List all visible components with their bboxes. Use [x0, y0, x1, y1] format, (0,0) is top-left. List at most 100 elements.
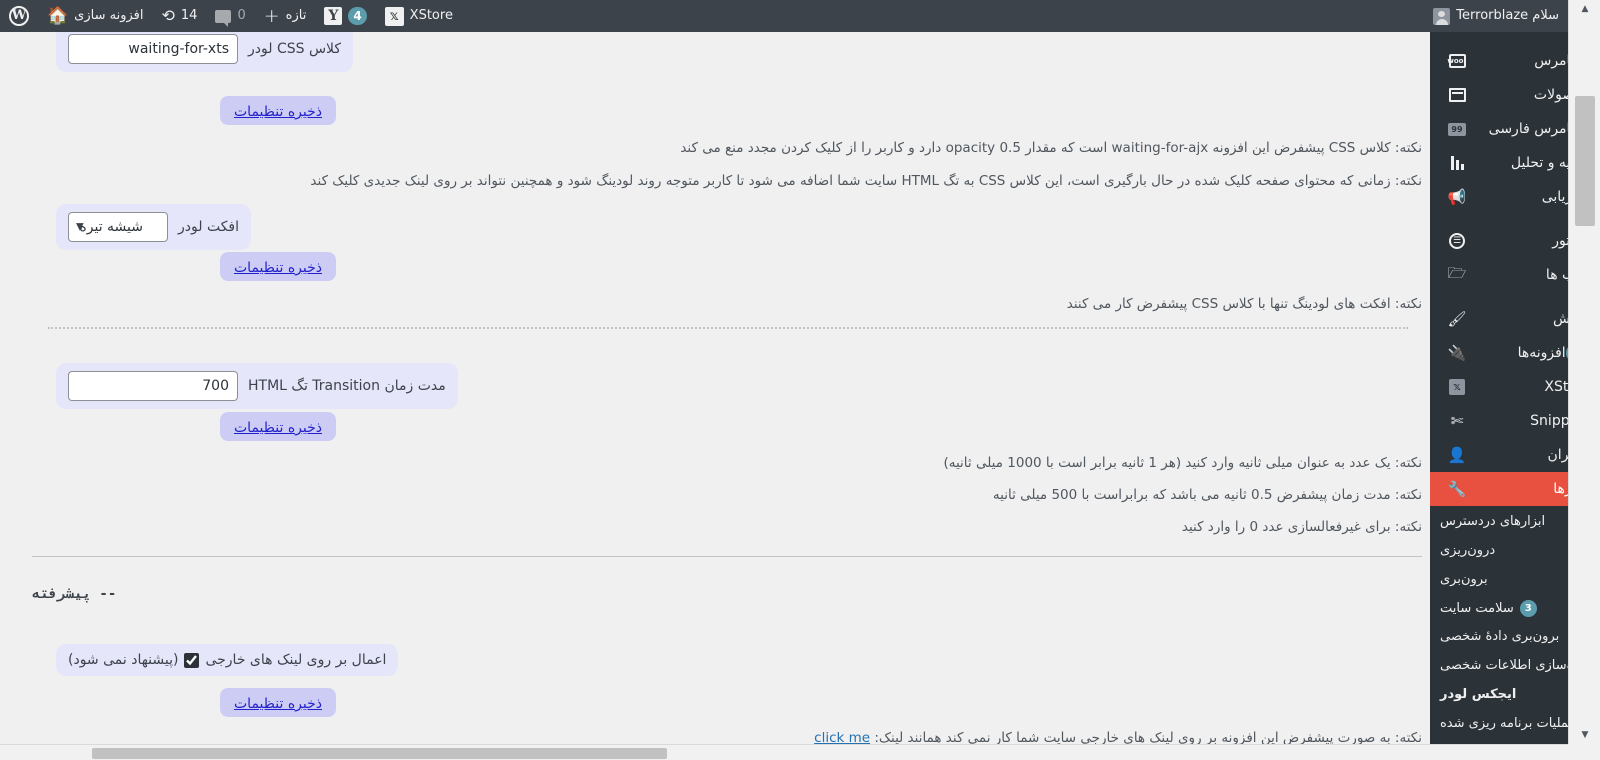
site-name-label: افزونه سازی	[74, 8, 144, 23]
yoast-notification-count: 4	[348, 7, 367, 25]
xstore-label: XStore	[409, 8, 453, 23]
submenu-item-label: برون‌بری دادهٔ شخصی	[1440, 629, 1560, 645]
loader-effect-label: افکت لودر	[178, 219, 240, 235]
css-class-field-group: کلاس CSS لودر	[56, 32, 354, 72]
save-settings-button[interactable]: ذخیره تنظیمات	[234, 696, 322, 712]
analytics-icon	[1446, 156, 1468, 170]
scroll-down-arrow-icon[interactable]: ▼	[1569, 726, 1600, 744]
save-settings-button[interactable]: ذخیره تنظیمات	[234, 104, 322, 120]
xstore-icon: 𝕩	[1446, 379, 1468, 395]
loader-effect-field-group: افکت لودر شیشه تیره ▼	[56, 204, 252, 250]
note-effect: نکته: افکت های لودینگ تنها با کلاس CSS پ…	[1066, 296, 1422, 312]
settings-page-content: کلاس CSS لودر ذخیره تنظیمات نکته: کلاس C…	[32, 32, 1430, 745]
users-icon: 👤	[1447, 446, 1467, 464]
external-links-row: اعمال بر روی لینک های خارجی (پیشنهاد نمی…	[56, 644, 1430, 676]
xstore-menu[interactable]: 𝕩 XStore	[376, 0, 462, 32]
submenu-item-label: ایجکس لودر	[1440, 687, 1517, 703]
vertical-scrollbar-thumb[interactable]	[1575, 96, 1595, 226]
submenu-item-label: برون‌بری	[1440, 571, 1488, 587]
note-css-1: نکته: کلاس CSS پیشفرض این افزونه waiting…	[680, 140, 1422, 156]
admin-bar-left-group: سلام Terrorblaze	[1424, 0, 1568, 32]
home-icon: 🏠	[47, 5, 69, 26]
snippets-scissors-icon: ✄	[1450, 412, 1464, 430]
transition-duration-input[interactable]	[68, 371, 238, 401]
browser-viewport: W 🏠 افزونه سازی ⟲ 14 0 + تازه Y 4 𝕩 XSto…	[0, 0, 1600, 760]
new-content-label: تازه	[285, 8, 307, 23]
wp-logo-menu[interactable]: W	[0, 0, 38, 32]
save-settings-pill[interactable]: ذخیره تنظیمات	[220, 96, 336, 125]
transition-duration-field-group: مدت زمان Transition تگ HTML	[56, 363, 458, 409]
site-name-menu[interactable]: 🏠 افزونه سازی	[38, 0, 152, 32]
note-css-2: نکته: زمانی که محتوای صفحه کلیک شده در ح…	[310, 173, 1422, 189]
save-settings-button[interactable]: ذخیره تنظیمات	[234, 260, 322, 276]
external-links-field-group: اعمال بر روی لینک های خارجی (پیشنهاد نمی…	[56, 644, 399, 676]
products-icon	[1446, 88, 1468, 102]
themes-folder-icon: 🗁	[1447, 263, 1467, 282]
comment-bubble-icon	[215, 9, 232, 27]
yoast-menu[interactable]: Y 4	[315, 0, 375, 32]
updates-icon: ⟲	[161, 6, 175, 25]
marketing-icon: 📢	[1447, 188, 1467, 206]
note-external-text: نکته: به صورت پیشفرض این افزونه بر روی ل…	[874, 730, 1422, 745]
xstore-icon: 𝕩	[384, 6, 404, 26]
greeting-label: سلام Terrorblaze	[1456, 8, 1559, 23]
external-links-label: اعمال بر روی لینک های خارجی	[205, 652, 387, 668]
site-health-count: 3	[1519, 600, 1537, 618]
appearance-icon: 🖌	[1447, 310, 1467, 328]
woo-persian-icon: 99	[1446, 122, 1468, 136]
save-settings-row-3: ذخیره تنظیمات	[220, 412, 336, 441]
woocommerce-icon: woo	[1446, 54, 1468, 68]
click-me-link[interactable]: click me	[814, 730, 870, 745]
vertical-scrollbar[interactable]: ▲ ▼	[1568, 0, 1600, 744]
updates-count: 14	[180, 8, 198, 23]
save-settings-row-4: ذخیره تنظیمات	[220, 688, 336, 717]
submenu-item-label: ابزارهای دردسترس	[1440, 514, 1546, 529]
save-settings-row-2: ذخیره تنظیمات	[220, 252, 336, 281]
transition-duration-row: مدت زمان Transition تگ HTML	[56, 363, 1430, 409]
note-ms-1: نکته: یک عدد به عنوان میلی ثانیه وارد کن…	[943, 455, 1422, 471]
loader-effect-select-wrap: شیشه تیره ▼	[68, 212, 168, 242]
external-links-checkbox[interactable]	[184, 652, 200, 668]
horizontal-scrollbar-thumb[interactable]	[92, 748, 667, 759]
css-class-input[interactable]	[68, 34, 238, 64]
new-content-menu[interactable]: + تازه	[255, 0, 316, 32]
save-settings-pill[interactable]: ذخیره تنظیمات	[220, 688, 336, 717]
save-settings-button[interactable]: ذخیره تنظیمات	[234, 420, 322, 436]
yoast-icon: Y	[324, 7, 343, 25]
scrollbar-corner	[1568, 744, 1600, 760]
plugins-icon: 🔌	[1447, 344, 1467, 362]
elementor-icon: ☰	[1446, 233, 1468, 249]
external-links-hint: (پیشنهاد نمی شود)	[68, 652, 179, 668]
submenu-item-label: درون‌ریزی	[1440, 542, 1496, 558]
tools-wrench-icon: 🔧	[1447, 480, 1467, 498]
updates-menu[interactable]: ⟲ 14	[152, 0, 206, 32]
wp-admin-bar: W 🏠 افزونه سازی ⟲ 14 0 + تازه Y 4 𝕩 XSto…	[0, 0, 1568, 32]
section-divider-dotted	[48, 327, 1408, 329]
admin-bar-right-group: W 🏠 افزونه سازی ⟲ 14 0 + تازه Y 4 𝕩 XSto…	[0, 0, 462, 32]
note-ms-2: نکته: مدت زمان پیشفرض 0.5 ثانیه می باشد …	[992, 487, 1422, 503]
wordpress-logo-icon: W	[9, 6, 29, 26]
loader-effect-select[interactable]: شیشه تیره	[68, 212, 168, 242]
sidebar-item-label: افزونه‌ها	[1517, 345, 1566, 361]
comments-count: 0	[237, 8, 246, 23]
my-account-menu[interactable]: سلام Terrorblaze	[1424, 0, 1568, 32]
advanced-section-heading: -- پیشرفته	[32, 586, 117, 602]
divider-line	[48, 327, 1408, 329]
css-class-row: کلاس CSS لودر	[56, 32, 1430, 72]
loader-effect-row: افکت لودر شیشه تیره ▼	[56, 204, 1430, 250]
save-settings-pill[interactable]: ذخیره تنظیمات	[220, 252, 336, 281]
plus-icon: +	[263, 4, 280, 27]
note-ms-3: نکته: برای غیرفعالسازی عدد 0 را وارد کنی…	[1181, 519, 1422, 535]
transition-duration-label: مدت زمان Transition تگ HTML	[248, 378, 446, 394]
submenu-item-label: عملیات برنامه ریزی شده	[1440, 715, 1577, 731]
submenu-item-label: سلامت سایت	[1440, 600, 1514, 616]
divider-line	[32, 556, 1422, 557]
scroll-up-arrow-icon[interactable]: ▲	[1569, 0, 1600, 18]
save-settings-pill[interactable]: ذخیره تنظیمات	[220, 412, 336, 441]
save-settings-row-1: ذخیره تنظیمات	[220, 96, 336, 125]
avatar	[1433, 7, 1451, 25]
note-external-links: نکته: به صورت پیشفرض این افزونه بر روی ل…	[42, 728, 1422, 745]
advanced-divider	[32, 556, 1422, 557]
horizontal-scrollbar[interactable]	[0, 744, 1568, 760]
comments-menu[interactable]: 0	[206, 0, 254, 32]
